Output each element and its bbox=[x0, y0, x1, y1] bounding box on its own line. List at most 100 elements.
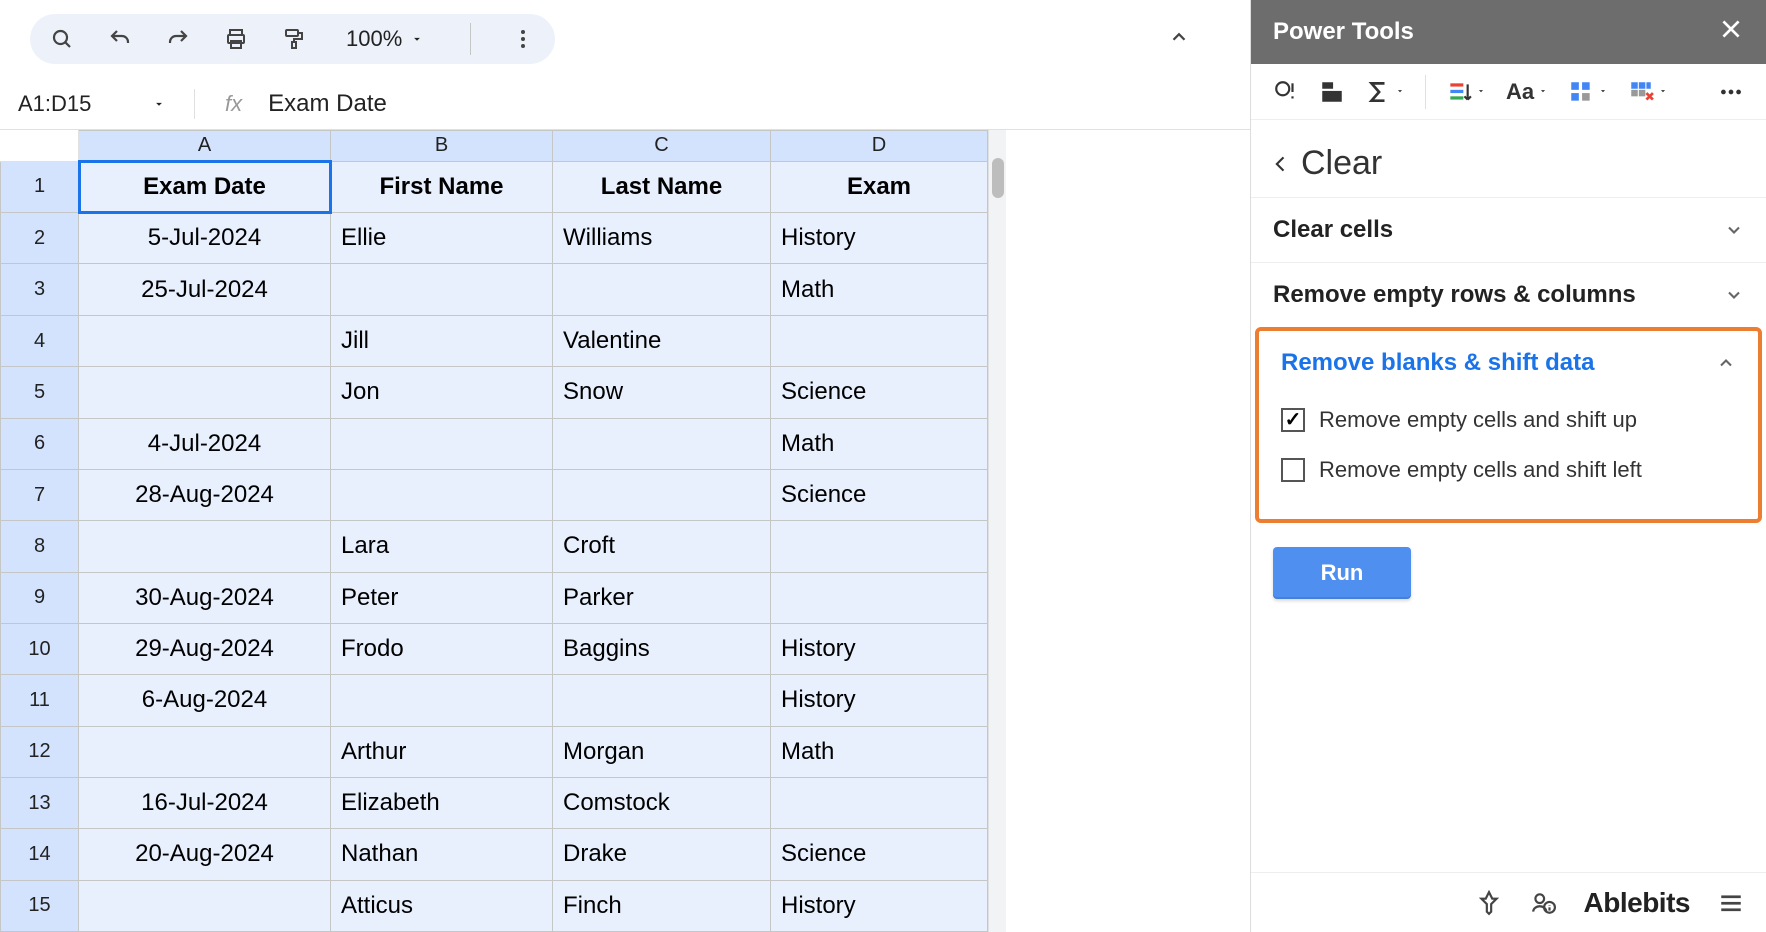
cell-D12[interactable]: Math bbox=[771, 726, 988, 777]
cell-D1[interactable]: Exam bbox=[771, 161, 988, 212]
cell-C15[interactable]: Finch bbox=[553, 880, 771, 931]
row-header-14[interactable]: 14 bbox=[1, 829, 79, 880]
cell-A15[interactable] bbox=[79, 880, 331, 931]
row-header-7[interactable]: 7 bbox=[1, 469, 79, 520]
cell-C12[interactable]: Morgan bbox=[553, 726, 771, 777]
hamburger-icon[interactable] bbox=[1718, 890, 1744, 916]
row-header-3[interactable]: 3 bbox=[1, 264, 79, 315]
cell-D4[interactable] bbox=[771, 315, 988, 366]
cell-B8[interactable]: Lara bbox=[331, 521, 553, 572]
col-header-A[interactable]: A bbox=[79, 131, 331, 162]
cell-D13[interactable] bbox=[771, 777, 988, 828]
col-header-B[interactable]: B bbox=[331, 131, 553, 162]
cell-D7[interactable]: Science bbox=[771, 469, 988, 520]
cell-B11[interactable] bbox=[331, 675, 553, 726]
cell-A8[interactable] bbox=[79, 521, 331, 572]
cell-C6[interactable] bbox=[553, 418, 771, 469]
pin-icon[interactable] bbox=[1476, 890, 1502, 916]
cell-D9[interactable] bbox=[771, 572, 988, 623]
cell-A4[interactable] bbox=[79, 315, 331, 366]
cell-A11[interactable]: 6-Aug-2024 bbox=[79, 675, 331, 726]
cell-B14[interactable]: Nathan bbox=[331, 829, 553, 880]
cell-A7[interactable]: 28-Aug-2024 bbox=[79, 469, 331, 520]
option-shift-left[interactable]: Remove empty cells and shift left bbox=[1259, 445, 1758, 495]
clear-grid-icon[interactable] bbox=[1622, 75, 1674, 109]
row-header-12[interactable]: 12 bbox=[1, 726, 79, 777]
cell-B5[interactable]: Jon bbox=[331, 367, 553, 418]
run-button[interactable]: Run bbox=[1273, 547, 1411, 599]
info-user-icon[interactable] bbox=[1530, 890, 1556, 916]
breadcrumb-back[interactable]: Clear bbox=[1251, 120, 1766, 197]
cell-D8[interactable] bbox=[771, 521, 988, 572]
cell-B10[interactable]: Frodo bbox=[331, 623, 553, 674]
spreadsheet-grid[interactable]: ABCD 1Exam DateFirst NameLast NameExam 25-… bbox=[0, 130, 988, 932]
row-header-13[interactable]: 13 bbox=[1, 777, 79, 828]
cell-B6[interactable] bbox=[331, 418, 553, 469]
cell-C1[interactable]: Last Name bbox=[553, 161, 771, 212]
cell-C2[interactable]: Williams bbox=[553, 213, 771, 264]
row-header-6[interactable]: 6 bbox=[1, 418, 79, 469]
checkbox-shift-left[interactable] bbox=[1281, 458, 1305, 482]
cell-D10[interactable]: History bbox=[771, 623, 988, 674]
undo-icon[interactable] bbox=[106, 25, 134, 53]
cell-C4[interactable]: Valentine bbox=[553, 315, 771, 366]
cell-C14[interactable]: Drake bbox=[553, 829, 771, 880]
close-icon[interactable] bbox=[1718, 16, 1744, 49]
paint-format-icon[interactable] bbox=[280, 25, 308, 53]
text-case-icon[interactable]: Aa bbox=[1500, 75, 1554, 109]
cell-B9[interactable]: Peter bbox=[331, 572, 553, 623]
cell-D5[interactable]: Science bbox=[771, 367, 988, 418]
section-remove-empty-rows-cols[interactable]: Remove empty rows & columns bbox=[1251, 263, 1766, 327]
cell-C10[interactable]: Baggins bbox=[553, 623, 771, 674]
cell-A5[interactable] bbox=[79, 367, 331, 418]
cell-D14[interactable]: Science bbox=[771, 829, 988, 880]
cell-A1[interactable]: Exam Date bbox=[79, 161, 331, 212]
cell-C5[interactable]: Snow bbox=[553, 367, 771, 418]
formula-input[interactable]: Exam Date bbox=[268, 90, 387, 118]
cell-A2[interactable]: 5-Jul-2024 bbox=[79, 213, 331, 264]
cell-C7[interactable] bbox=[553, 469, 771, 520]
vertical-scrollbar[interactable] bbox=[988, 130, 1006, 932]
name-box[interactable]: A1:D15 bbox=[18, 91, 178, 117]
cell-A3[interactable]: 25-Jul-2024 bbox=[79, 264, 331, 315]
section-remove-blanks-shift[interactable]: Remove blanks & shift data bbox=[1259, 331, 1758, 395]
cell-D11[interactable]: History bbox=[771, 675, 988, 726]
redo-icon[interactable] bbox=[164, 25, 192, 53]
checkbox-shift-up[interactable] bbox=[1281, 408, 1305, 432]
row-header-1[interactable]: 1 bbox=[1, 161, 79, 212]
cell-B1[interactable]: First Name bbox=[331, 161, 553, 212]
col-header-D[interactable]: D bbox=[771, 131, 988, 162]
section-clear-cells[interactable]: Clear cells bbox=[1251, 198, 1766, 262]
cell-A10[interactable]: 29-Aug-2024 bbox=[79, 623, 331, 674]
cell-D2[interactable]: History bbox=[771, 213, 988, 264]
cell-B12[interactable]: Arthur bbox=[331, 726, 553, 777]
cell-B15[interactable]: Atticus bbox=[331, 880, 553, 931]
row-header-2[interactable]: 2 bbox=[1, 213, 79, 264]
more-vert-icon[interactable] bbox=[509, 25, 537, 53]
cell-A13[interactable]: 16-Jul-2024 bbox=[79, 777, 331, 828]
row-header-11[interactable]: 11 bbox=[1, 675, 79, 726]
sum-icon[interactable] bbox=[1359, 75, 1411, 109]
merge-icon[interactable] bbox=[1313, 75, 1351, 109]
option-shift-up[interactable]: Remove empty cells and shift up bbox=[1259, 395, 1758, 445]
cell-C9[interactable]: Parker bbox=[553, 572, 771, 623]
cell-C3[interactable] bbox=[553, 264, 771, 315]
collapse-toolbar-icon[interactable] bbox=[1168, 26, 1190, 53]
row-header-10[interactable]: 10 bbox=[1, 623, 79, 674]
dedupe-icon[interactable] bbox=[1267, 75, 1305, 109]
print-icon[interactable] bbox=[222, 25, 250, 53]
scrollbar-thumb[interactable] bbox=[992, 158, 1004, 198]
row-header-15[interactable]: 15 bbox=[1, 880, 79, 931]
sort-icon[interactable] bbox=[1440, 75, 1492, 109]
grid-corner[interactable] bbox=[1, 131, 79, 162]
row-header-8[interactable]: 8 bbox=[1, 521, 79, 572]
search-icon[interactable] bbox=[48, 25, 76, 53]
col-header-C[interactable]: C bbox=[553, 131, 771, 162]
more-horiz-icon[interactable] bbox=[1712, 75, 1750, 109]
cell-C8[interactable]: Croft bbox=[553, 521, 771, 572]
cell-B4[interactable]: Jill bbox=[331, 315, 553, 366]
zoom-dropdown[interactable]: 100% bbox=[338, 26, 432, 52]
row-header-5[interactable]: 5 bbox=[1, 367, 79, 418]
cell-B3[interactable] bbox=[331, 264, 553, 315]
cell-A6[interactable]: 4-Jul-2024 bbox=[79, 418, 331, 469]
